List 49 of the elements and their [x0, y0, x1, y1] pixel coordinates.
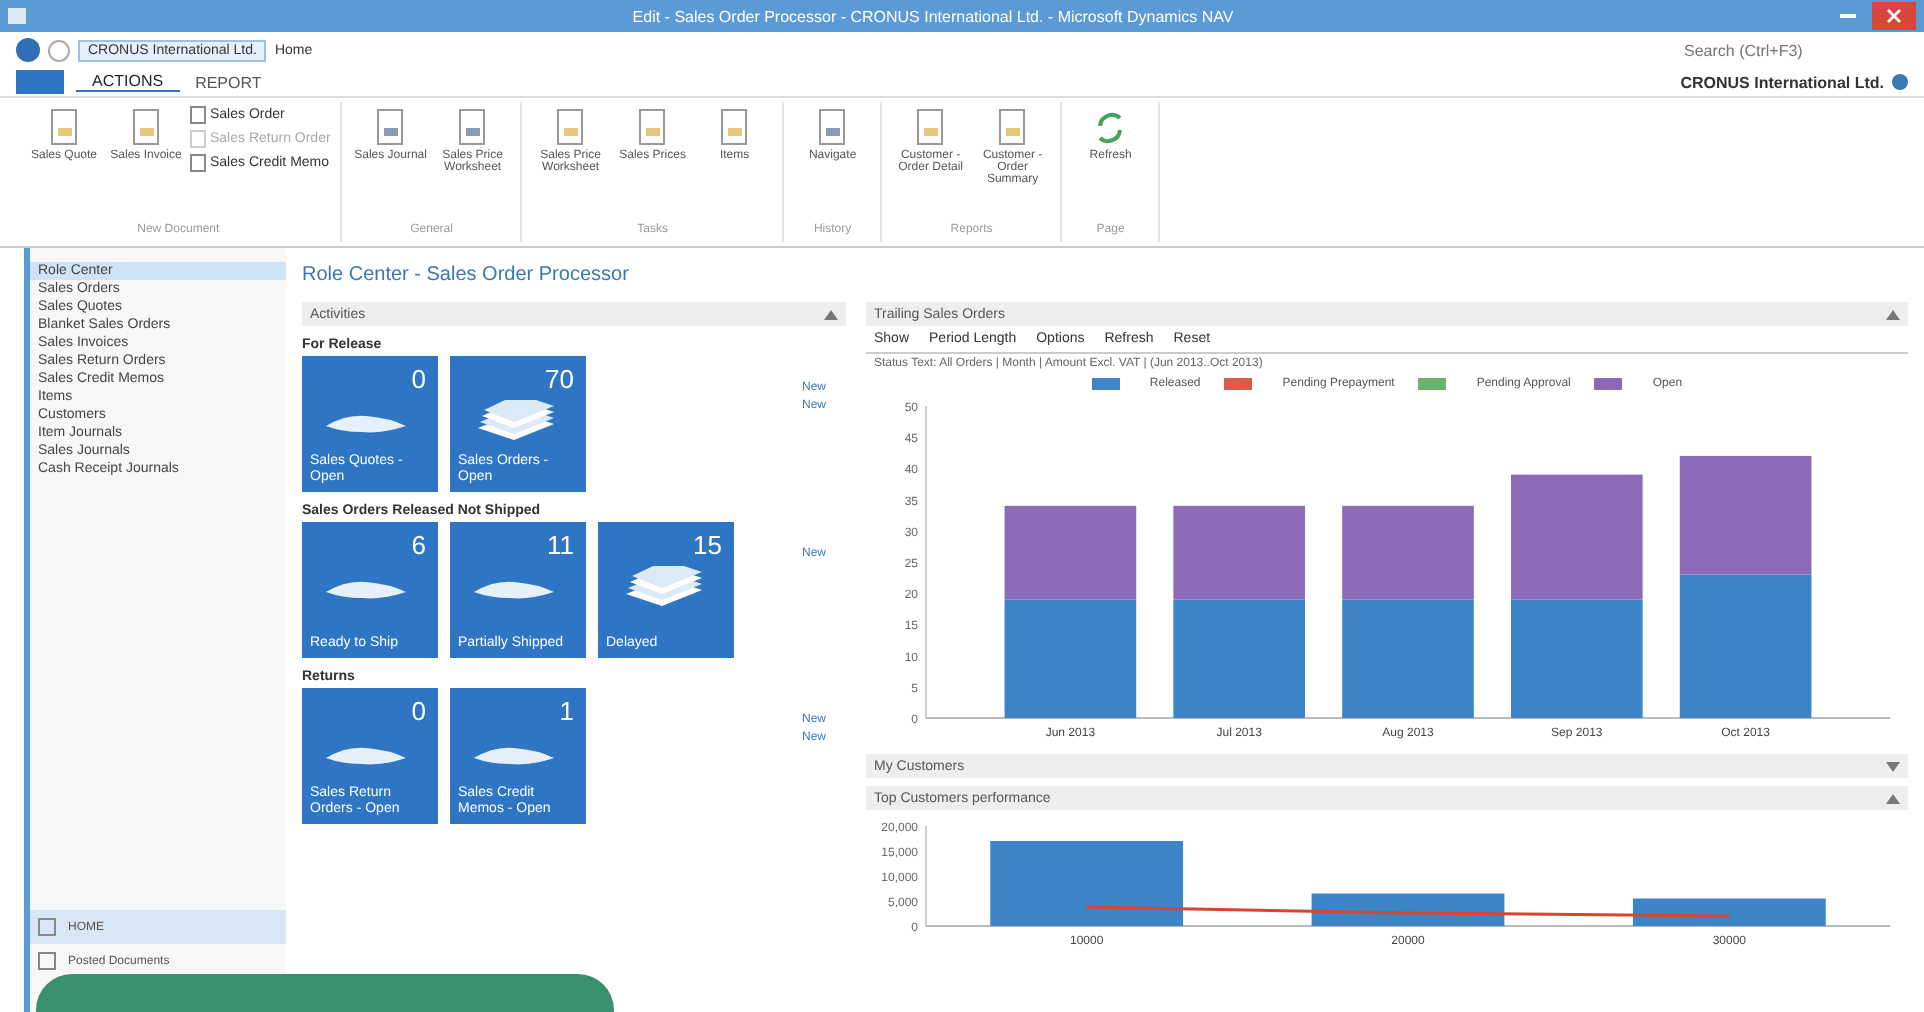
document-icon: [474, 581, 554, 599]
ribbon-tab[interactable]: REPORT: [179, 73, 278, 91]
document-stack-icon: [626, 566, 702, 606]
window-title: Edit - Sales Order Processor - CRONUS International Ltd. - Microsoft Dynamics NAV: [630, 7, 1236, 25]
bar: [1004, 599, 1137, 718]
tile-count: 6: [411, 530, 426, 560]
collapse-icon[interactable]: [824, 309, 838, 319]
bar: [1679, 574, 1812, 718]
document-icon: [372, 106, 409, 150]
y-axis: [881, 823, 927, 935]
tile-count: 1: [559, 696, 574, 726]
back-button[interactable]: [16, 38, 40, 62]
document-icon: [128, 106, 164, 150]
tile-count: 0: [411, 364, 426, 394]
expand-icon[interactable]: [1886, 761, 1900, 771]
tile-count: 15: [693, 530, 722, 560]
document-icon: [326, 581, 406, 599]
document-icon: [326, 415, 406, 433]
bar: [1173, 599, 1306, 718]
document-icon: [912, 106, 949, 150]
document-icon: [326, 747, 406, 765]
document-icon: [46, 106, 82, 150]
bar: [1342, 599, 1474, 718]
bar: [1510, 599, 1643, 718]
tile-count: 0: [411, 696, 426, 726]
document-icon: [454, 106, 491, 150]
help-icon[interactable]: [1892, 74, 1908, 90]
page-title: Role Center - Sales Order Processor: [302, 262, 631, 290]
bar: [1342, 505, 1474, 600]
company-name: CRONUS International Ltd.: [1680, 73, 1884, 91]
bar: [1510, 474, 1643, 600]
bar: [1679, 455, 1812, 575]
document-icon: [552, 106, 589, 150]
tile-count: 70: [545, 364, 574, 394]
document-icon: [474, 747, 554, 765]
app-icon: [8, 8, 26, 24]
document-icon: [994, 106, 1031, 150]
ribbon-tab[interactable]: ACTIONS: [76, 72, 180, 92]
collapse-icon[interactable]: [1886, 793, 1900, 803]
close-button[interactable]: [1872, 2, 1916, 30]
collapse-icon[interactable]: [1886, 309, 1900, 319]
bar: [1004, 505, 1137, 600]
document-stack-icon: [478, 400, 554, 440]
tile-count: 11: [547, 530, 574, 560]
document-icon: [716, 106, 753, 150]
document-icon: [814, 106, 851, 150]
forward-button[interactable]: [48, 39, 70, 61]
document-icon: [634, 106, 671, 150]
bar: [1173, 505, 1306, 600]
